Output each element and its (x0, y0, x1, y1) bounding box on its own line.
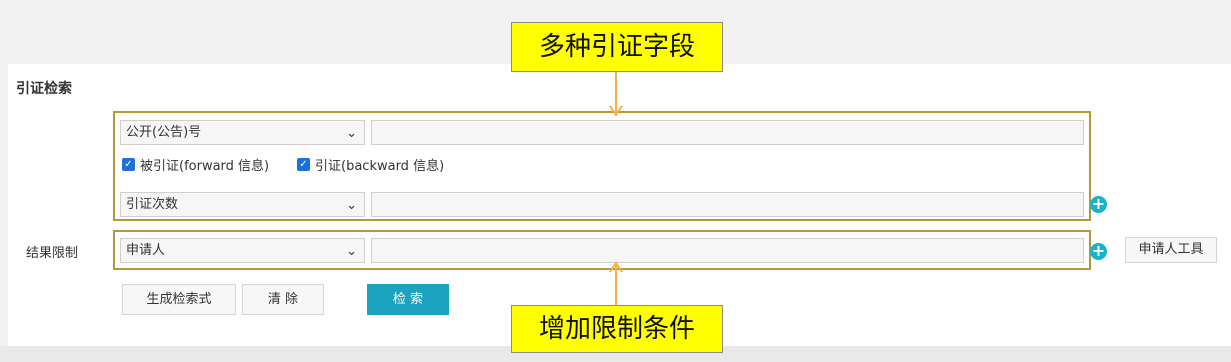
forward-citation-label: 被引证(forward 信息) (140, 159, 270, 174)
arrow-up-icon (609, 261, 623, 305)
chevron-down-icon: ⌄ (346, 126, 357, 141)
citation-field-select-2-value: 引证次数 (126, 197, 179, 212)
generate-query-button[interactable]: 生成检索式 (122, 284, 236, 315)
citation-field-select-1[interactable]: 公开(公告)号 ⌄ (120, 120, 365, 145)
callout-citation-fields: 多种引证字段 (511, 22, 723, 72)
chevron-down-icon: ⌄ (346, 244, 357, 259)
backward-citation-label: 引证(backward 信息) (315, 159, 445, 174)
callout-limit-conditions: 增加限制条件 (511, 305, 723, 353)
citation-field-select-2[interactable]: 引证次数 ⌄ (120, 192, 365, 217)
arrow-down-icon (609, 72, 623, 117)
add-citation-field-icon[interactable]: + (1090, 196, 1107, 213)
result-limit-label: 结果限制 (26, 246, 79, 261)
clear-button[interactable]: 清 除 (242, 284, 324, 315)
chevron-down-icon: ⌄ (346, 198, 357, 213)
result-limit-input[interactable] (371, 238, 1084, 263)
citation-field-select-1-value: 公开(公告)号 (126, 125, 202, 140)
add-limit-condition-icon[interactable]: + (1090, 243, 1107, 260)
section-title: 引证检索 (16, 81, 72, 97)
search-button[interactable]: 检 索 (367, 284, 449, 315)
citation-field-input-2[interactable] (371, 192, 1084, 217)
result-limit-select-value: 申请人 (126, 243, 166, 258)
citation-field-input-1[interactable] (371, 120, 1084, 145)
result-limit-select[interactable]: 申请人 ⌄ (120, 238, 365, 263)
forward-citation-checkbox[interactable]: ✓ 被引证(forward 信息) (122, 155, 269, 174)
applicant-tool-button[interactable]: 申请人工具 (1125, 237, 1217, 263)
checkbox-checked-icon: ✓ (122, 158, 135, 171)
checkbox-checked-icon: ✓ (297, 158, 310, 171)
backward-citation-checkbox[interactable]: ✓ 引证(backward 信息) (297, 155, 444, 174)
